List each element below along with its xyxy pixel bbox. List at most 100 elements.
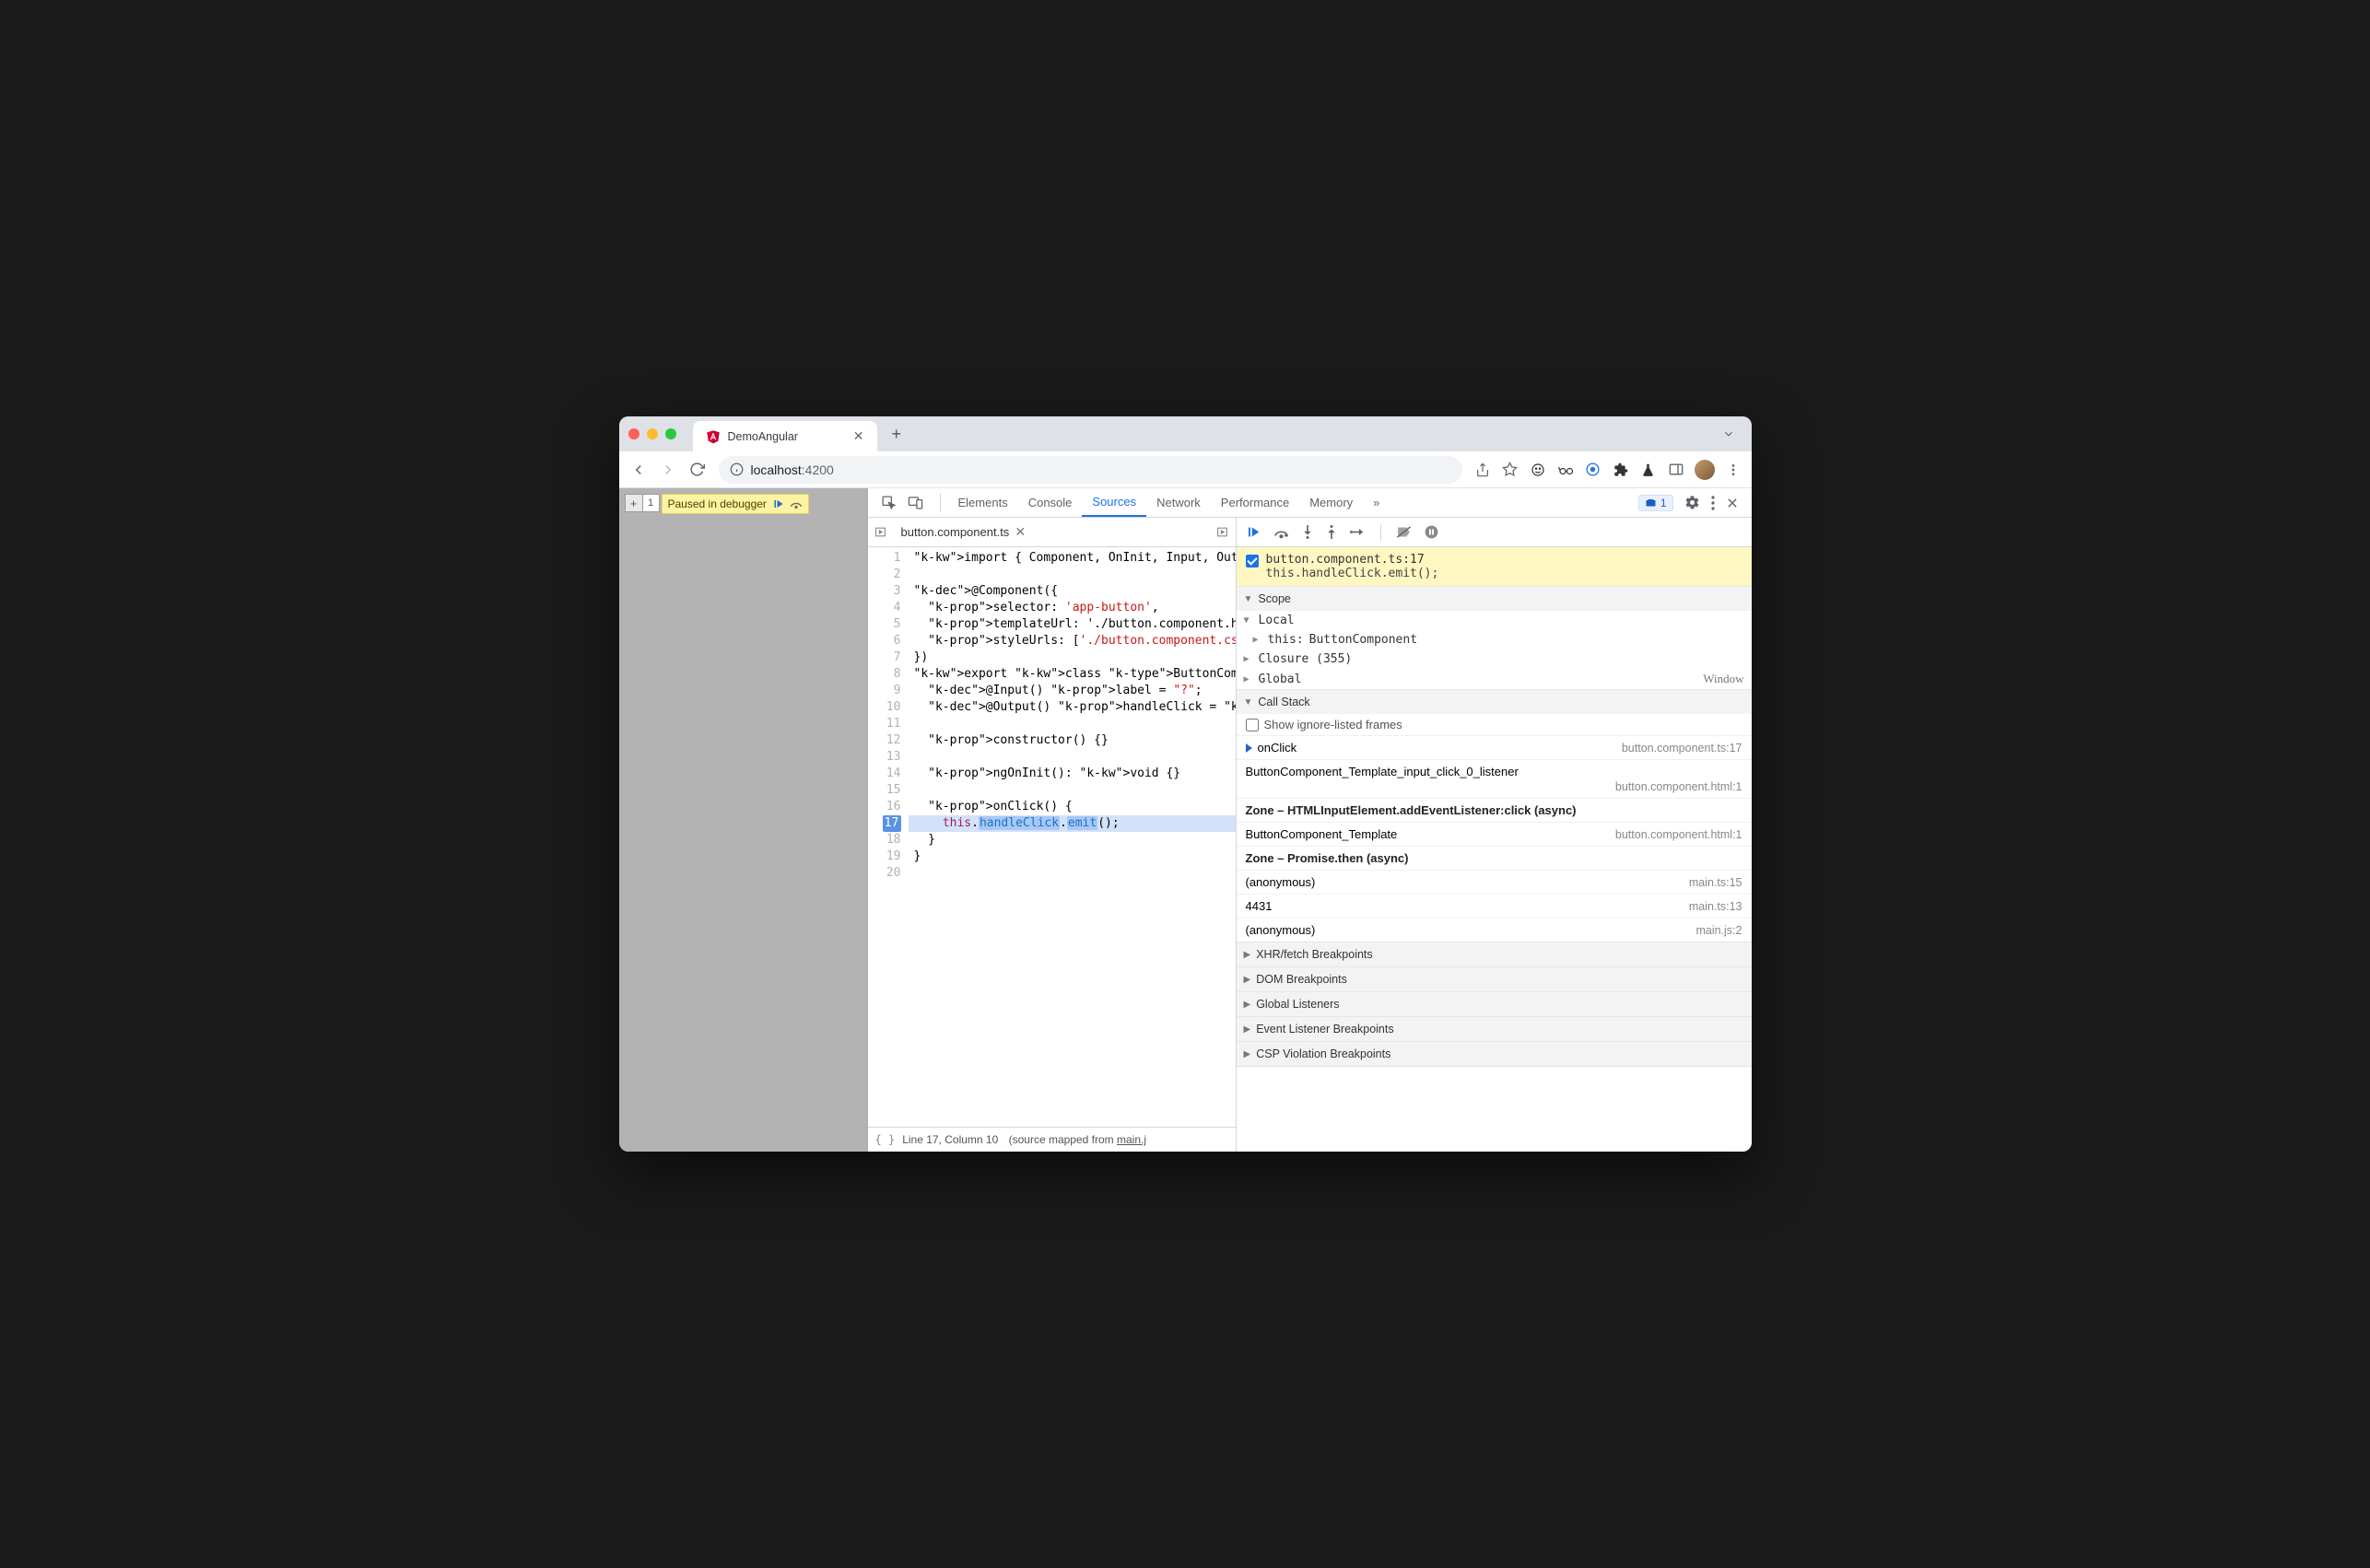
editor-tabs: button.component.ts ✕ bbox=[868, 518, 1236, 547]
tab-close-icon[interactable]: ✕ bbox=[853, 428, 864, 444]
collapsed-section-header[interactable]: ▶Global Listeners bbox=[1237, 992, 1752, 1016]
tab-more[interactable]: » bbox=[1363, 488, 1390, 517]
scope-local[interactable]: ▼Local bbox=[1237, 611, 1752, 630]
device-toggle-icon[interactable] bbox=[908, 495, 923, 510]
page-add-button[interactable]: + bbox=[625, 494, 643, 512]
issues-icon bbox=[1645, 497, 1657, 509]
page-counter: 1 bbox=[643, 494, 660, 512]
editor-filename: button.component.ts bbox=[901, 525, 1010, 539]
address-bar: localhost:4200 bbox=[619, 451, 1752, 488]
editor-tab-file[interactable]: button.component.ts ✕ bbox=[894, 524, 1034, 540]
scope-section: ▼Scope ▼Local ▶this: ButtonComponent ▶Cl… bbox=[1237, 587, 1752, 690]
share-icon[interactable] bbox=[1473, 461, 1492, 479]
sidepanel-icon[interactable] bbox=[1667, 461, 1685, 479]
callstack-frame[interactable]: (anonymous)main.ts:15 bbox=[1237, 870, 1752, 894]
editor-footer: { } Line 17, Column 10 (source mapped fr… bbox=[868, 1127, 1236, 1152]
browser-window: DemoAngular ✕ + localhost:4200 bbox=[619, 416, 1752, 1152]
callstack-header[interactable]: ▼Call Stack bbox=[1237, 690, 1752, 714]
resume-button[interactable] bbox=[1246, 525, 1261, 539]
toolbar-extension-icons bbox=[1470, 460, 1746, 480]
tab-elements[interactable]: Elements bbox=[948, 488, 1018, 517]
omnibox[interactable]: localhost:4200 bbox=[719, 456, 1462, 484]
devtools-panel: Elements Console Sources Network Perform… bbox=[868, 488, 1752, 1152]
callstack-frame[interactable]: onClickbutton.component.ts:17 bbox=[1237, 735, 1752, 759]
scope-this[interactable]: ▶this: ButtonComponent bbox=[1237, 630, 1752, 649]
devtools-menu-icon[interactable] bbox=[1711, 496, 1715, 510]
extensions-icon[interactable] bbox=[1612, 461, 1630, 479]
devtools-tabs: Elements Console Sources Network Perform… bbox=[868, 488, 1752, 518]
window-close-icon[interactable] bbox=[628, 428, 639, 439]
scope-global[interactable]: ▶GlobalWindow bbox=[1237, 669, 1752, 689]
issues-button[interactable]: 1 bbox=[1638, 495, 1673, 511]
tab-console[interactable]: Console bbox=[1018, 488, 1083, 517]
callstack-frame[interactable]: ButtonComponent_Templatebutton.component… bbox=[1237, 822, 1752, 846]
collapsed-section-header[interactable]: ▶XHR/fetch Breakpoints bbox=[1237, 942, 1752, 966]
nav-reload-button[interactable] bbox=[684, 456, 711, 484]
tab-memory[interactable]: Memory bbox=[1299, 488, 1363, 517]
url-host: localhost bbox=[751, 462, 802, 477]
labs-icon[interactable] bbox=[1639, 461, 1658, 479]
step-over-button[interactable] bbox=[1273, 526, 1289, 539]
callstack-frame[interactable]: (anonymous)main.js:2 bbox=[1237, 918, 1752, 942]
window-zoom-icon[interactable] bbox=[665, 428, 676, 439]
collapsed-section-header[interactable]: ▶CSP Violation Breakpoints bbox=[1237, 1042, 1752, 1066]
callstack-frame[interactable]: Zone – HTMLInputElement.addEventListener… bbox=[1237, 798, 1752, 822]
page-viewport: + 1 Paused in debugger bbox=[619, 488, 868, 1152]
ext2-icon[interactable] bbox=[1556, 461, 1575, 479]
navigator-toggle-icon[interactable] bbox=[868, 526, 894, 538]
line-gutter[interactable]: 1234567891011121314151617181920 bbox=[868, 547, 909, 1127]
code-lines: "k-kw">import { Component, OnInit, Input… bbox=[909, 547, 1236, 1127]
breakpoint-code: this.handleClick.emit(); bbox=[1266, 567, 1439, 580]
pause-on-exceptions-button[interactable] bbox=[1425, 525, 1438, 539]
step-into-button[interactable] bbox=[1302, 525, 1313, 539]
tab-network[interactable]: Network bbox=[1146, 488, 1211, 517]
breakpoint-highlight-card: button.component.ts:17 this.handleClick.… bbox=[1237, 547, 1752, 587]
browser-menu-icon[interactable] bbox=[1724, 461, 1742, 479]
inspect-element-icon[interactable] bbox=[881, 495, 897, 510]
callstack-frame[interactable]: ButtonComponent_Template_input_click_0_l… bbox=[1237, 759, 1752, 798]
show-ignore-listed-checkbox[interactable]: Show ignore-listed frames bbox=[1237, 714, 1752, 735]
ext1-icon[interactable] bbox=[1529, 461, 1547, 479]
bookmark-star-icon[interactable] bbox=[1501, 461, 1519, 479]
profile-avatar[interactable] bbox=[1695, 460, 1715, 480]
url-port: :4200 bbox=[802, 462, 834, 477]
step-mini-icon[interactable] bbox=[790, 498, 803, 509]
cursor-position: Line 17, Column 10 bbox=[902, 1133, 998, 1146]
new-tab-button[interactable]: + bbox=[885, 422, 909, 447]
debugger-sidebar: button.component.ts:17 this.handleClick.… bbox=[1237, 518, 1752, 1152]
devtools-close-icon[interactable] bbox=[1726, 497, 1739, 509]
window-minimize-icon[interactable] bbox=[647, 428, 658, 439]
paused-label: Paused in debugger bbox=[668, 497, 767, 510]
debugger-toolbar bbox=[1237, 518, 1752, 547]
browser-tab[interactable]: DemoAngular ✕ bbox=[693, 421, 877, 451]
nav-back-button[interactable] bbox=[625, 456, 652, 484]
tab-performance[interactable]: Performance bbox=[1211, 488, 1299, 517]
tab-sources[interactable]: Sources bbox=[1082, 488, 1146, 517]
editor-tab-close-icon[interactable]: ✕ bbox=[1015, 524, 1026, 540]
source-map-link[interactable]: main.j bbox=[1117, 1133, 1146, 1146]
ext3-icon[interactable] bbox=[1584, 461, 1602, 479]
breakpoint-enabled-checkbox[interactable] bbox=[1246, 555, 1259, 568]
callstack-frame[interactable]: Zone – Promise.then (async) bbox=[1237, 846, 1752, 870]
step-button[interactable] bbox=[1350, 526, 1366, 538]
collapsed-section-header[interactable]: ▶Event Listener Breakpoints bbox=[1237, 1017, 1752, 1041]
step-out-button[interactable] bbox=[1326, 525, 1337, 539]
callstack-frame[interactable]: 4431main.ts:13 bbox=[1237, 894, 1752, 918]
devtools-settings-icon[interactable] bbox=[1684, 495, 1700, 510]
pretty-print-icon[interactable]: { } bbox=[875, 1133, 896, 1146]
mapped-prefix: (source mapped from bbox=[1009, 1133, 1117, 1146]
deactivate-breakpoints-button[interactable] bbox=[1396, 525, 1412, 539]
scope-header[interactable]: ▼Scope bbox=[1237, 587, 1752, 611]
callstack-section: ▼Call Stack Show ignore-listed frames on… bbox=[1237, 690, 1752, 942]
sources-split: button.component.ts ✕ 123456789101112131… bbox=[868, 518, 1752, 1152]
code-editor[interactable]: 1234567891011121314151617181920 "k-kw">i… bbox=[868, 547, 1236, 1127]
resume-mini-icon[interactable] bbox=[772, 498, 784, 509]
issues-count: 1 bbox=[1660, 497, 1667, 509]
breakpoint-location: button.component.ts:17 bbox=[1266, 553, 1425, 567]
window-dropdown-icon[interactable] bbox=[1715, 424, 1742, 444]
nav-forward-button[interactable] bbox=[654, 456, 682, 484]
main-content: + 1 Paused in debugger Elements Console … bbox=[619, 488, 1752, 1152]
debugger-toggle-icon[interactable] bbox=[1210, 526, 1236, 538]
collapsed-section-header[interactable]: ▶DOM Breakpoints bbox=[1237, 967, 1752, 991]
scope-closure[interactable]: ▶Closure (355) bbox=[1237, 649, 1752, 669]
